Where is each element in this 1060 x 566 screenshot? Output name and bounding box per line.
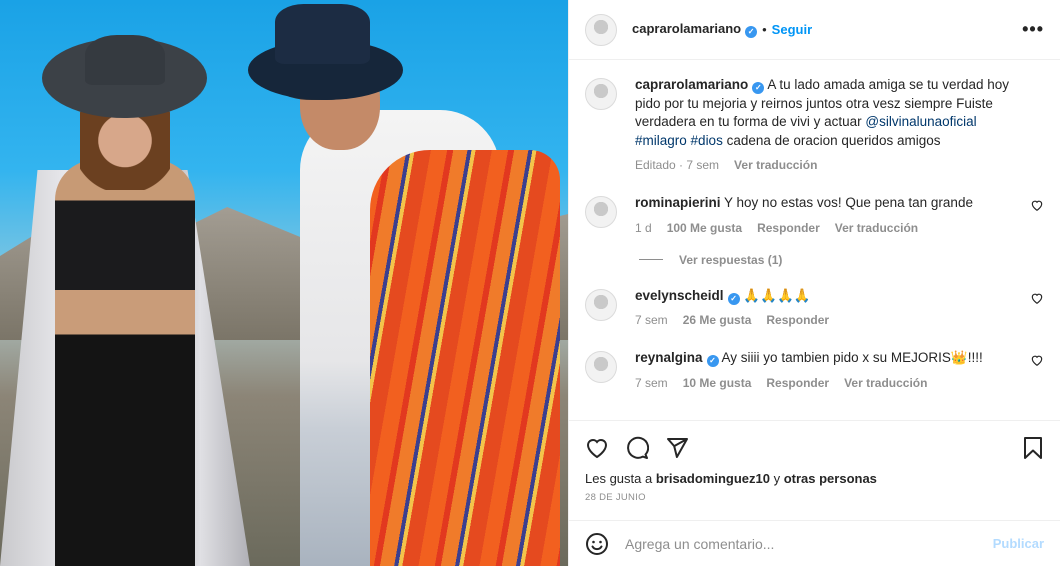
comment-item: rominapierini Y hoy no estas vos! Que pe… — [585, 194, 1044, 235]
comment-avatar[interactable] — [585, 196, 617, 228]
comment-likes[interactable]: 26 Me gusta — [683, 313, 752, 327]
hashtag-link[interactable]: #milagro — [635, 133, 687, 148]
verified-icon: ✓ — [706, 355, 719, 367]
like-comment-icon[interactable] — [1030, 353, 1044, 367]
comment-item: evelynscheidl ✓ 🙏🙏🙏🙏 7 sem 26 Me gusta Re… — [585, 287, 1044, 327]
more-options-icon[interactable]: ••• — [1022, 19, 1044, 40]
comment-meta: 7 sem 26 Me gusta Responder — [635, 313, 1022, 327]
view-replies-button[interactable]: Ver respuestas (1) — [639, 253, 1044, 267]
comments-list[interactable]: caprarolamariano ✓ A tu lado amada amiga … — [569, 60, 1060, 418]
liked-by-user[interactable]: brisadominguez10 — [656, 471, 770, 486]
comment-input[interactable] — [625, 535, 993, 552]
verified-icon: ✓ — [745, 26, 758, 38]
caption-meta: Editado · 7 sem Ver traducción — [635, 158, 1022, 172]
author-avatar[interactable] — [585, 13, 617, 46]
comment-likes[interactable]: 10 Me gusta — [683, 376, 752, 390]
post-date[interactable]: 28 DE JUNIO — [585, 492, 1044, 503]
caption-author[interactable]: caprarolamariano — [635, 77, 748, 92]
post-modal: caprarolamariano ✓ • Seguir ••• caprarola… — [0, 0, 1060, 566]
post-image[interactable] — [0, 0, 568, 566]
likes-summary[interactable]: Les gusta a brisadominguez10 y otras per… — [585, 471, 1044, 486]
publish-button[interactable]: Publicar — [993, 536, 1044, 551]
caption-avatar[interactable] — [585, 78, 617, 110]
post-actions: Les gusta a brisadominguez10 y otras per… — [569, 420, 1060, 503]
author-username[interactable]: caprarolamariano ✓ — [632, 21, 758, 38]
verified-icon: ✓ — [727, 292, 740, 305]
see-translation-link[interactable]: Ver traducción — [844, 376, 927, 390]
separator-dot: • — [762, 22, 767, 37]
reply-button[interactable]: Responder — [766, 376, 829, 390]
comment-time[interactable]: 1 d — [635, 221, 652, 235]
hashtag-link[interactable]: #dios — [691, 133, 723, 148]
replies-line — [639, 259, 663, 260]
comment-item: reynalgina ✓ Ay siiii yo tambien pido x s… — [585, 349, 1044, 390]
emoji-icon[interactable] — [585, 532, 609, 556]
add-comment-bar: Publicar — [569, 520, 1060, 566]
comment-text: reynalgina ✓ Ay siiii yo tambien pido x s… — [635, 350, 983, 367]
comment-meta: 7 sem 10 Me gusta Responder Ver traducci… — [635, 376, 1022, 390]
action-icons — [585, 433, 1044, 463]
reply-button[interactable]: Responder — [757, 221, 820, 235]
man-poncho — [370, 150, 560, 566]
follow-button[interactable]: Seguir — [772, 22, 812, 37]
like-comment-icon[interactable] — [1030, 198, 1044, 212]
mention-link[interactable]: @silvinalunaoficial — [865, 114, 976, 129]
reply-button[interactable]: Responder — [766, 313, 829, 327]
comment-meta: 1 d 100 Me gusta Responder Ver traducció… — [635, 221, 1022, 235]
post-panel: caprarolamariano ✓ • Seguir ••• caprarola… — [568, 0, 1060, 566]
see-translation-link[interactable]: Ver traducción — [734, 158, 817, 172]
edited-time: Editado · 7 sem — [635, 158, 720, 172]
woman-hat-crown — [85, 35, 165, 85]
comment-time[interactable]: 7 sem — [635, 313, 668, 327]
comment-author[interactable]: evelynscheidl — [635, 288, 724, 303]
verified-icon: ✓ — [752, 82, 765, 94]
woman-figure — [55, 160, 195, 566]
comment-author[interactable]: rominapierini — [635, 195, 721, 210]
comment-author[interactable]: reynalgina — [635, 350, 703, 365]
share-icon[interactable] — [665, 436, 689, 460]
other-likers[interactable]: otras personas — [784, 471, 877, 486]
like-icon[interactable] — [585, 436, 609, 460]
comment-likes[interactable]: 100 Me gusta — [667, 221, 742, 235]
caption-text: caprarolamariano ✓ A tu lado amada amiga … — [635, 77, 1009, 148]
comment-icon[interactable] — [625, 436, 649, 460]
comment-avatar[interactable] — [585, 288, 617, 321]
comment-avatar[interactable] — [585, 351, 617, 383]
comment-time[interactable]: 7 sem — [635, 376, 668, 390]
bookmark-icon[interactable] — [1022, 436, 1044, 460]
comment-text: evelynscheidl ✓ 🙏🙏🙏🙏 — [635, 287, 811, 305]
see-translation-link[interactable]: Ver traducción — [835, 221, 918, 235]
like-comment-icon[interactable] — [1030, 291, 1044, 305]
caption: caprarolamariano ✓ A tu lado amada amiga … — [585, 76, 1044, 172]
comment-text: rominapierini Y hoy no estas vos! Que pe… — [635, 195, 973, 210]
post-header: caprarolamariano ✓ • Seguir ••• — [569, 0, 1060, 60]
man-hat-crown — [275, 4, 370, 64]
